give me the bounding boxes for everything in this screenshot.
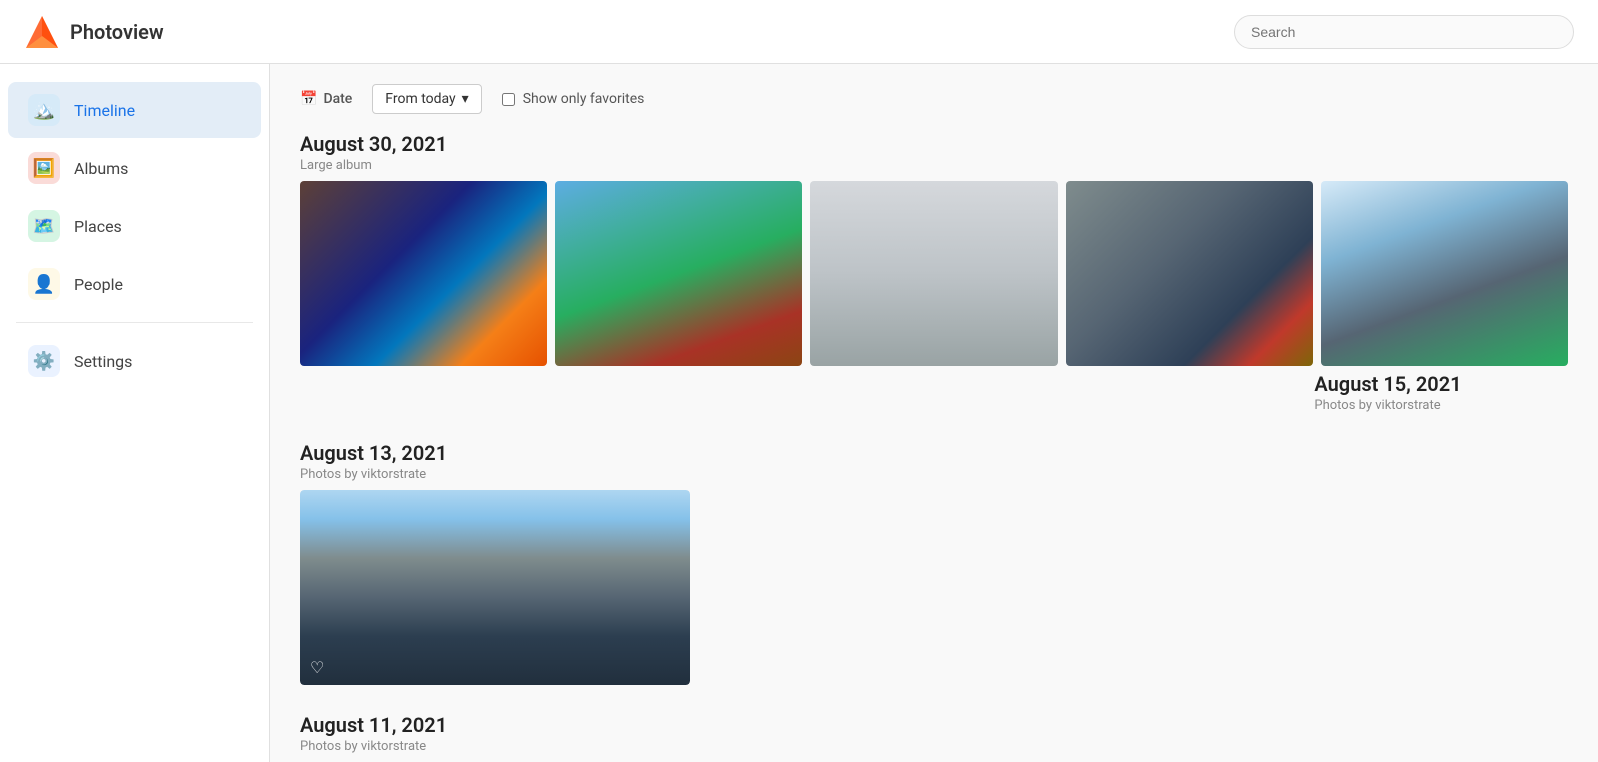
section-sub-aug11: Photos by viktorstrate bbox=[300, 739, 1568, 754]
section-header-aug30-large: August 30, 2021 Large album bbox=[300, 132, 1568, 173]
sidebar-item-timeline[interactable]: 🏔️ Timeline bbox=[8, 82, 261, 138]
sidebar-item-settings[interactable]: ⚙️ Settings bbox=[8, 333, 261, 389]
photo-section-aug13: August 13, 2021 Photos by viktorstrate ♡ bbox=[300, 441, 1568, 685]
photo-thumb[interactable] bbox=[810, 181, 1057, 366]
section-subtitle: Large album bbox=[300, 158, 1568, 173]
timeline-icon: 🏔️ bbox=[28, 94, 60, 126]
toolbar: 📅 Date From today ▾ Show only favorites bbox=[300, 84, 1568, 114]
sidebar-label-settings: Settings bbox=[74, 352, 132, 371]
app-name: Photoview bbox=[70, 20, 164, 44]
people-icon: 👤 bbox=[28, 268, 60, 300]
section-date-aug15: August 15, 2021 bbox=[1314, 372, 1568, 396]
date-dropdown[interactable]: From today ▾ bbox=[372, 84, 481, 114]
app-logo-icon bbox=[24, 14, 60, 50]
favorites-checkbox-label[interactable]: Show only favorites bbox=[502, 91, 645, 107]
photo-thumb[interactable] bbox=[1321, 181, 1568, 366]
photo-grid-aug13: ♡ bbox=[300, 490, 1568, 685]
photo-thumb-snowy-mountains[interactable]: ♡ bbox=[300, 490, 690, 685]
sidebar: 🏔️ Timeline 🖼️ Albums 🗺️ Places 👤 People… bbox=[0, 64, 270, 762]
topbar: Photoview bbox=[0, 0, 1598, 64]
photo-thumb[interactable] bbox=[1066, 181, 1313, 366]
photo-grid-aug30-large bbox=[300, 181, 1568, 366]
favorites-checkbox[interactable] bbox=[502, 93, 515, 106]
section-date: August 30, 2021 bbox=[300, 132, 1568, 156]
section-date-aug11: August 11, 2021 bbox=[300, 713, 1568, 737]
section-header-aug13: August 13, 2021 Photos by viktorstrate bbox=[300, 441, 1568, 482]
photo-thumb[interactable] bbox=[300, 181, 547, 366]
settings-icon: ⚙️ bbox=[28, 345, 60, 377]
section-sub-aug13: Photos by viktorstrate bbox=[300, 467, 1568, 482]
section-date-aug13: August 13, 2021 bbox=[300, 441, 1568, 465]
photo-section-aug11: August 11, 2021 Photos by viktorstrate bbox=[300, 713, 1568, 762]
photo-thumb[interactable] bbox=[555, 181, 802, 366]
sidebar-label-places: Places bbox=[74, 217, 122, 236]
main-content: 📅 Date From today ▾ Show only favorites … bbox=[270, 64, 1598, 762]
photo-section-aug30-large: August 30, 2021 Large album bbox=[300, 132, 1568, 413]
favorites-label-text: Show only favorites bbox=[523, 91, 645, 107]
section-header-aug11: August 11, 2021 Photos by viktorstrate bbox=[300, 713, 1568, 754]
date-dropdown-value: From today bbox=[385, 91, 455, 107]
calendar-icon: 📅 bbox=[300, 91, 317, 107]
places-icon: 🗺️ bbox=[28, 210, 60, 242]
favorite-heart-icon: ♡ bbox=[310, 658, 324, 677]
albums-icon: 🖼️ bbox=[28, 152, 60, 184]
sidebar-label-albums: Albums bbox=[74, 159, 128, 178]
sidebar-item-albums[interactable]: 🖼️ Albums bbox=[8, 140, 261, 196]
date-section-label: 📅 Date bbox=[300, 91, 352, 107]
section-sub-aug15: Photos by viktorstrate bbox=[1314, 398, 1568, 413]
sidebar-item-people[interactable]: 👤 People bbox=[8, 256, 261, 312]
search-input[interactable] bbox=[1234, 15, 1574, 49]
sidebar-label-people: People bbox=[74, 275, 123, 294]
logo-area: Photoview bbox=[24, 14, 164, 50]
sidebar-divider bbox=[16, 322, 253, 323]
chevron-down-icon: ▾ bbox=[462, 91, 469, 107]
sidebar-label-timeline: Timeline bbox=[74, 101, 135, 120]
layout: 🏔️ Timeline 🖼️ Albums 🗺️ Places 👤 People… bbox=[0, 64, 1598, 762]
sidebar-item-places[interactable]: 🗺️ Places bbox=[8, 198, 261, 254]
